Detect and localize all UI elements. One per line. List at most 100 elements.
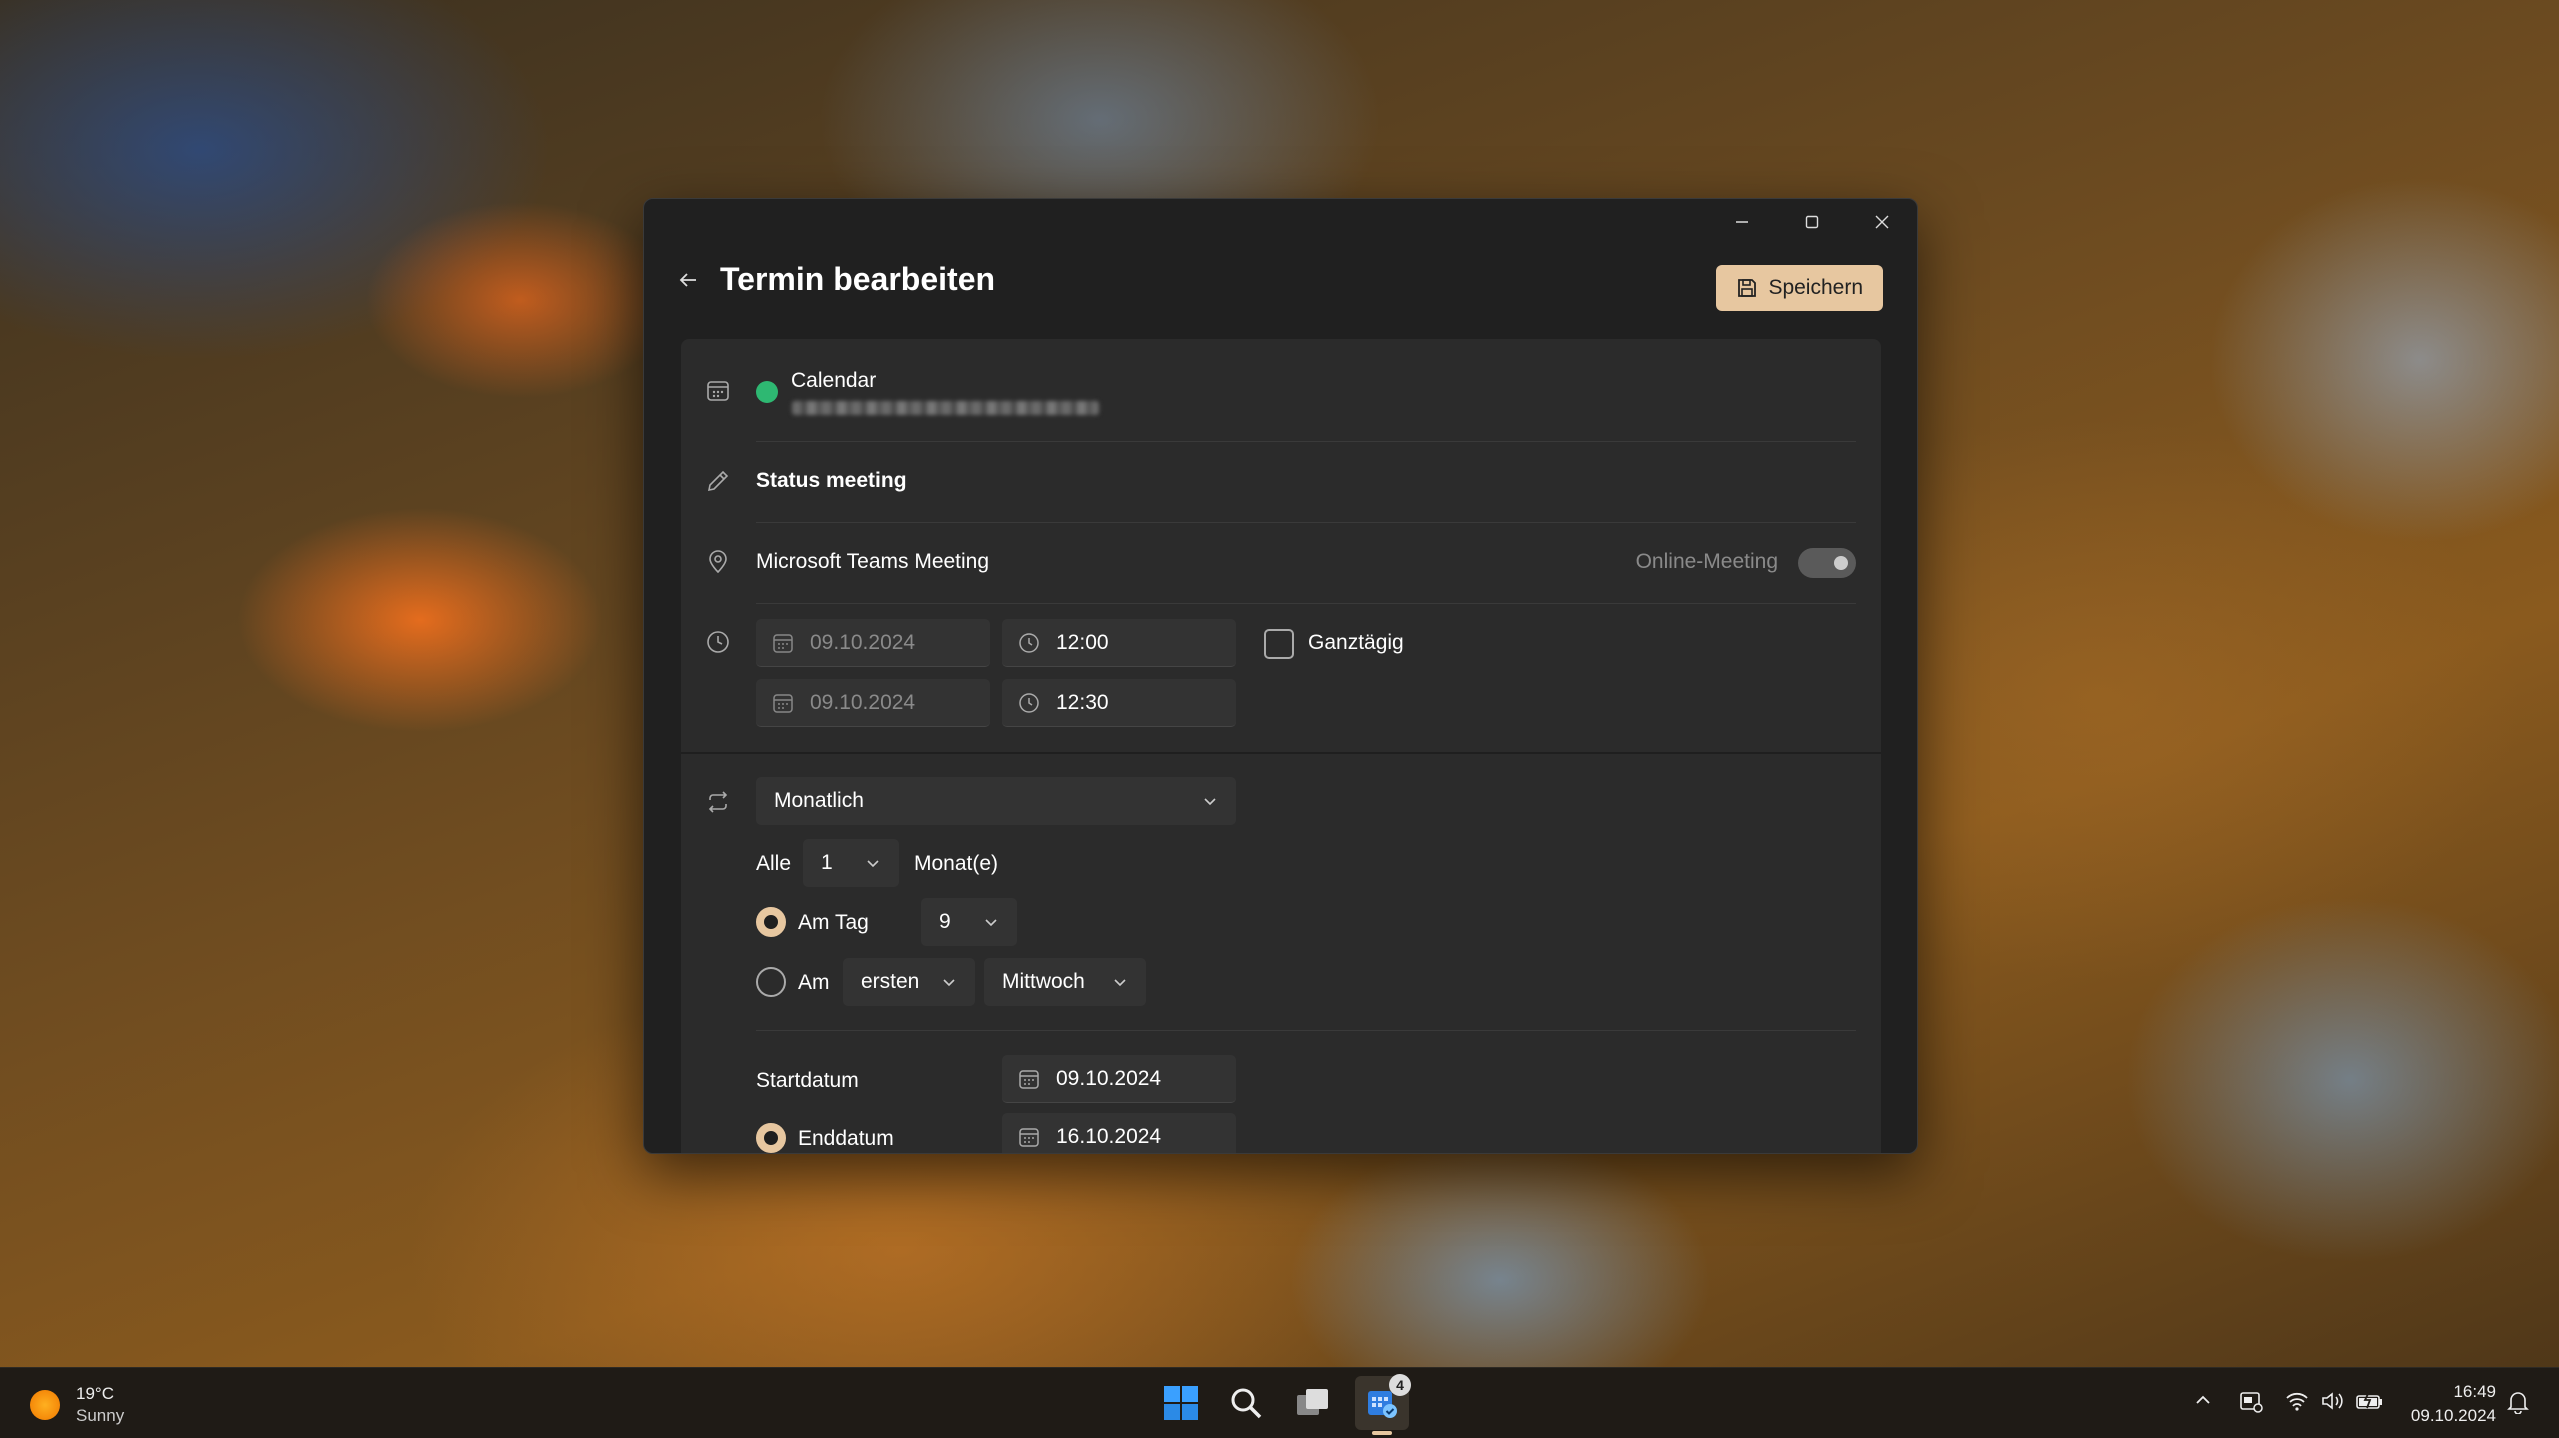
edit-event-window: Termin bearbeiten Speichern Calendar Sta… bbox=[643, 198, 1918, 1154]
maximize-button[interactable] bbox=[1777, 199, 1847, 245]
chevron-up-icon bbox=[2196, 1395, 2210, 1404]
search-button[interactable] bbox=[1223, 1380, 1269, 1426]
end-date-value: 09.10.2024 bbox=[810, 690, 916, 714]
every-label: Alle bbox=[756, 852, 792, 875]
end-date-field[interactable]: 09.10.2024 bbox=[756, 679, 990, 727]
location-pin-icon bbox=[709, 550, 727, 574]
ordinal-dropdown[interactable]: ersten bbox=[843, 958, 975, 1006]
calendar-icon bbox=[1019, 1069, 1039, 1089]
on-the-label: Am bbox=[798, 971, 830, 994]
clock-icon bbox=[1019, 632, 1039, 653]
calendar-name: Calendar bbox=[791, 369, 877, 392]
task-view-icon bbox=[1297, 1389, 1328, 1415]
notification-badge: 4 bbox=[1389, 1374, 1411, 1396]
bell-icon bbox=[2507, 1392, 2529, 1415]
battery-icon bbox=[2356, 1391, 2382, 1409]
calendar-icon bbox=[773, 633, 793, 653]
start-label: Startdatum bbox=[756, 1069, 859, 1092]
weekday-value: Mittwoch bbox=[1002, 970, 1085, 993]
interval-value: 1 bbox=[821, 851, 833, 874]
minimize-button[interactable] bbox=[1707, 199, 1777, 245]
calendar-color-dot bbox=[756, 381, 778, 403]
maximize-icon bbox=[1805, 215, 1819, 229]
recurrence-pattern-value: Monatlich bbox=[774, 789, 864, 812]
weather-widget[interactable]: 19°C Sunny bbox=[26, 1384, 146, 1425]
divider bbox=[756, 603, 1856, 604]
header: Termin bearbeiten bbox=[674, 261, 995, 298]
title-row[interactable]: Status meeting bbox=[681, 442, 1881, 522]
ordinal-value: ersten bbox=[861, 970, 920, 993]
start-time-value: 12:00 bbox=[1056, 630, 1109, 654]
all-day-checkbox[interactable] bbox=[1264, 629, 1294, 659]
recurrence-end-field[interactable]: 16.10.2024 bbox=[1002, 1113, 1236, 1153]
back-arrow-icon bbox=[679, 272, 696, 287]
tray-app-button[interactable] bbox=[2238, 1390, 2264, 1419]
start-button[interactable] bbox=[1158, 1380, 1204, 1426]
repeat-icon bbox=[708, 791, 728, 813]
interval-dropdown[interactable]: 1 bbox=[803, 839, 899, 887]
recurrence-pattern-dropdown[interactable]: Monatlich bbox=[756, 777, 1236, 825]
start-date-field[interactable]: 09.10.2024 bbox=[756, 619, 990, 667]
windows-logo-icon bbox=[1164, 1386, 1198, 1420]
chevron-down-icon bbox=[1114, 979, 1126, 987]
chevron-down-icon bbox=[1204, 798, 1216, 806]
end-time-field[interactable]: 12:30 bbox=[1002, 679, 1236, 727]
notifications-button[interactable] bbox=[2507, 1390, 2529, 1419]
sun-icon bbox=[30, 1390, 60, 1420]
end-label: Enddatum bbox=[798, 1127, 894, 1150]
volume-button[interactable] bbox=[2320, 1390, 2346, 1417]
save-label: Speichern bbox=[1768, 276, 1863, 299]
recurrence-start-value: 09.10.2024 bbox=[1056, 1066, 1162, 1090]
pencil-icon bbox=[707, 470, 729, 492]
window-controls bbox=[1707, 199, 1917, 245]
clock-icon bbox=[1019, 692, 1039, 713]
start-time-field[interactable]: 12:00 bbox=[1002, 619, 1236, 667]
weekday-dropdown[interactable]: Mittwoch bbox=[984, 958, 1146, 1006]
network-button[interactable] bbox=[2285, 1390, 2309, 1417]
on-the-radio[interactable] bbox=[756, 967, 786, 997]
day-dropdown[interactable]: 9 bbox=[921, 898, 1017, 946]
end-time-value: 12:30 bbox=[1056, 690, 1109, 714]
back-button[interactable] bbox=[674, 266, 702, 294]
close-button[interactable] bbox=[1847, 199, 1917, 245]
clock-icon bbox=[707, 631, 729, 653]
location-input[interactable]: Microsoft Teams Meeting bbox=[756, 550, 989, 574]
online-meeting-label: Online-Meeting bbox=[1635, 550, 1778, 573]
tray-app-icon bbox=[2240, 1392, 2263, 1413]
section-divider bbox=[681, 752, 1881, 754]
location-row[interactable]: Microsoft Teams Meeting Online-Meeting bbox=[681, 523, 1881, 603]
page-title: Termin bearbeiten bbox=[720, 261, 996, 297]
minimize-icon bbox=[1736, 221, 1748, 223]
on-day-label: Am Tag bbox=[798, 911, 869, 934]
battery-button[interactable] bbox=[2355, 1390, 2385, 1417]
recurrence-start-field[interactable]: 09.10.2024 bbox=[1002, 1055, 1236, 1103]
calendar-account-redacted bbox=[792, 401, 1099, 415]
calendar-icon bbox=[773, 693, 793, 713]
toggle-knob bbox=[1834, 556, 1848, 570]
close-icon bbox=[1875, 215, 1889, 229]
clock[interactable]: 16:49 09.10.2024 bbox=[2400, 1380, 2496, 1428]
event-form: Calendar Status meeting Microsoft Teams … bbox=[681, 339, 1881, 1153]
wifi-icon bbox=[2286, 1392, 2308, 1411]
chevron-down-icon bbox=[985, 919, 997, 927]
calendar-row[interactable]: Calendar bbox=[681, 339, 1881, 441]
save-button[interactable]: Speichern bbox=[1716, 265, 1883, 311]
taskbar: 19°C Sunny 4 16:49 09.10.2024 bbox=[0, 1367, 2559, 1438]
weather-temp: 19°C bbox=[76, 1384, 114, 1403]
event-title-input[interactable]: Status meeting bbox=[756, 469, 907, 493]
divider bbox=[756, 1030, 1856, 1031]
online-meeting-toggle[interactable] bbox=[1798, 548, 1856, 578]
show-hidden-icons-button[interactable] bbox=[2193, 1390, 2213, 1415]
day-value: 9 bbox=[939, 910, 951, 933]
calendar-icon bbox=[1019, 1127, 1039, 1147]
end-date-radio[interactable] bbox=[756, 1123, 786, 1153]
recurrence-end-value: 16.10.2024 bbox=[1056, 1124, 1162, 1148]
on-day-radio[interactable] bbox=[756, 907, 786, 937]
outlook-calendar-app-button[interactable]: 4 bbox=[1355, 1374, 1411, 1435]
weather-desc: Sunny bbox=[76, 1406, 125, 1425]
calendar-icon bbox=[707, 381, 729, 401]
clock-date: 09.10.2024 bbox=[2410, 1406, 2496, 1425]
chevron-down-icon bbox=[867, 860, 879, 868]
speaker-icon bbox=[2322, 1392, 2343, 1410]
task-view-button[interactable] bbox=[1290, 1380, 1336, 1426]
